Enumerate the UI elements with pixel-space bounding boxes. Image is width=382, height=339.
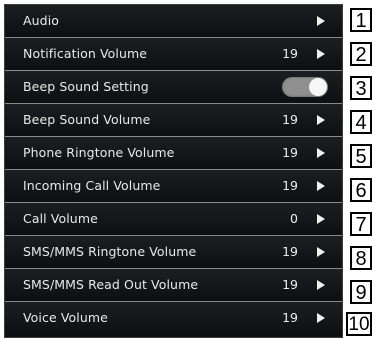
- callout-7: 7: [350, 212, 372, 236]
- row-value: 19: [282, 145, 298, 160]
- beep-sound-toggle[interactable]: [282, 77, 328, 97]
- callout-6: 6: [350, 178, 372, 202]
- settings-row-beep-sound-volume[interactable]: Beep Sound Volume 19: [5, 104, 342, 137]
- row-label: Beep Sound Setting: [23, 79, 149, 94]
- row-label: Audio: [23, 13, 60, 28]
- row-label: Incoming Call Volume: [23, 178, 161, 193]
- audio-settings-screen: Audio Notification Volume 19 Beep Sound …: [4, 4, 343, 338]
- row-value: 19: [282, 244, 298, 259]
- settings-row-voice-volume[interactable]: Voice Volume 19: [5, 302, 342, 335]
- row-value: 0: [290, 211, 298, 226]
- row-label: SMS/MMS Ringtone Volume: [23, 244, 197, 259]
- settings-row-phone-ringtone-volume[interactable]: Phone Ringtone Volume 19: [5, 137, 342, 170]
- toggle-knob: [309, 78, 327, 96]
- row-label: Notification Volume: [23, 46, 148, 61]
- row-value: 19: [282, 46, 298, 61]
- chevron-right-icon: [317, 313, 325, 323]
- row-label: Beep Sound Volume: [23, 112, 151, 127]
- settings-row-notification-volume[interactable]: Notification Volume 19: [5, 38, 342, 71]
- chevron-right-icon: [317, 247, 325, 257]
- row-value: 19: [282, 178, 298, 193]
- settings-row-audio[interactable]: Audio: [5, 5, 342, 38]
- settings-row-call-volume[interactable]: Call Volume 0: [5, 203, 342, 236]
- settings-row-sms-mms-read-out-volume[interactable]: SMS/MMS Read Out Volume 19: [5, 269, 342, 302]
- row-value: 19: [282, 112, 298, 127]
- chevron-right-icon: [317, 148, 325, 158]
- row-label: Phone Ringtone Volume: [23, 145, 175, 160]
- callout-10: 10: [346, 312, 372, 336]
- row-value: 19: [282, 277, 298, 292]
- callout-2: 2: [350, 42, 372, 66]
- callout-5: 5: [350, 144, 372, 168]
- callout-3: 3: [350, 76, 372, 100]
- chevron-right-icon: [317, 49, 325, 59]
- settings-row-beep-sound-setting[interactable]: Beep Sound Setting: [5, 71, 342, 104]
- callout-8: 8: [350, 246, 372, 270]
- chevron-right-icon: [317, 181, 325, 191]
- callout-9: 9: [350, 280, 372, 304]
- row-value: 19: [282, 310, 298, 325]
- chevron-right-icon: [317, 214, 325, 224]
- chevron-right-icon: [317, 16, 325, 26]
- row-label: Call Volume: [23, 211, 98, 226]
- settings-row-incoming-call-volume[interactable]: Incoming Call Volume 19: [5, 170, 342, 203]
- row-label: SMS/MMS Read Out Volume: [23, 277, 199, 292]
- settings-row-sms-mms-ringtone-volume[interactable]: SMS/MMS Ringtone Volume 19: [5, 236, 342, 269]
- callout-4: 4: [350, 110, 372, 134]
- chevron-right-icon: [317, 115, 325, 125]
- row-label: Voice Volume: [23, 310, 108, 325]
- callout-1: 1: [350, 8, 372, 32]
- chevron-right-icon: [317, 280, 325, 290]
